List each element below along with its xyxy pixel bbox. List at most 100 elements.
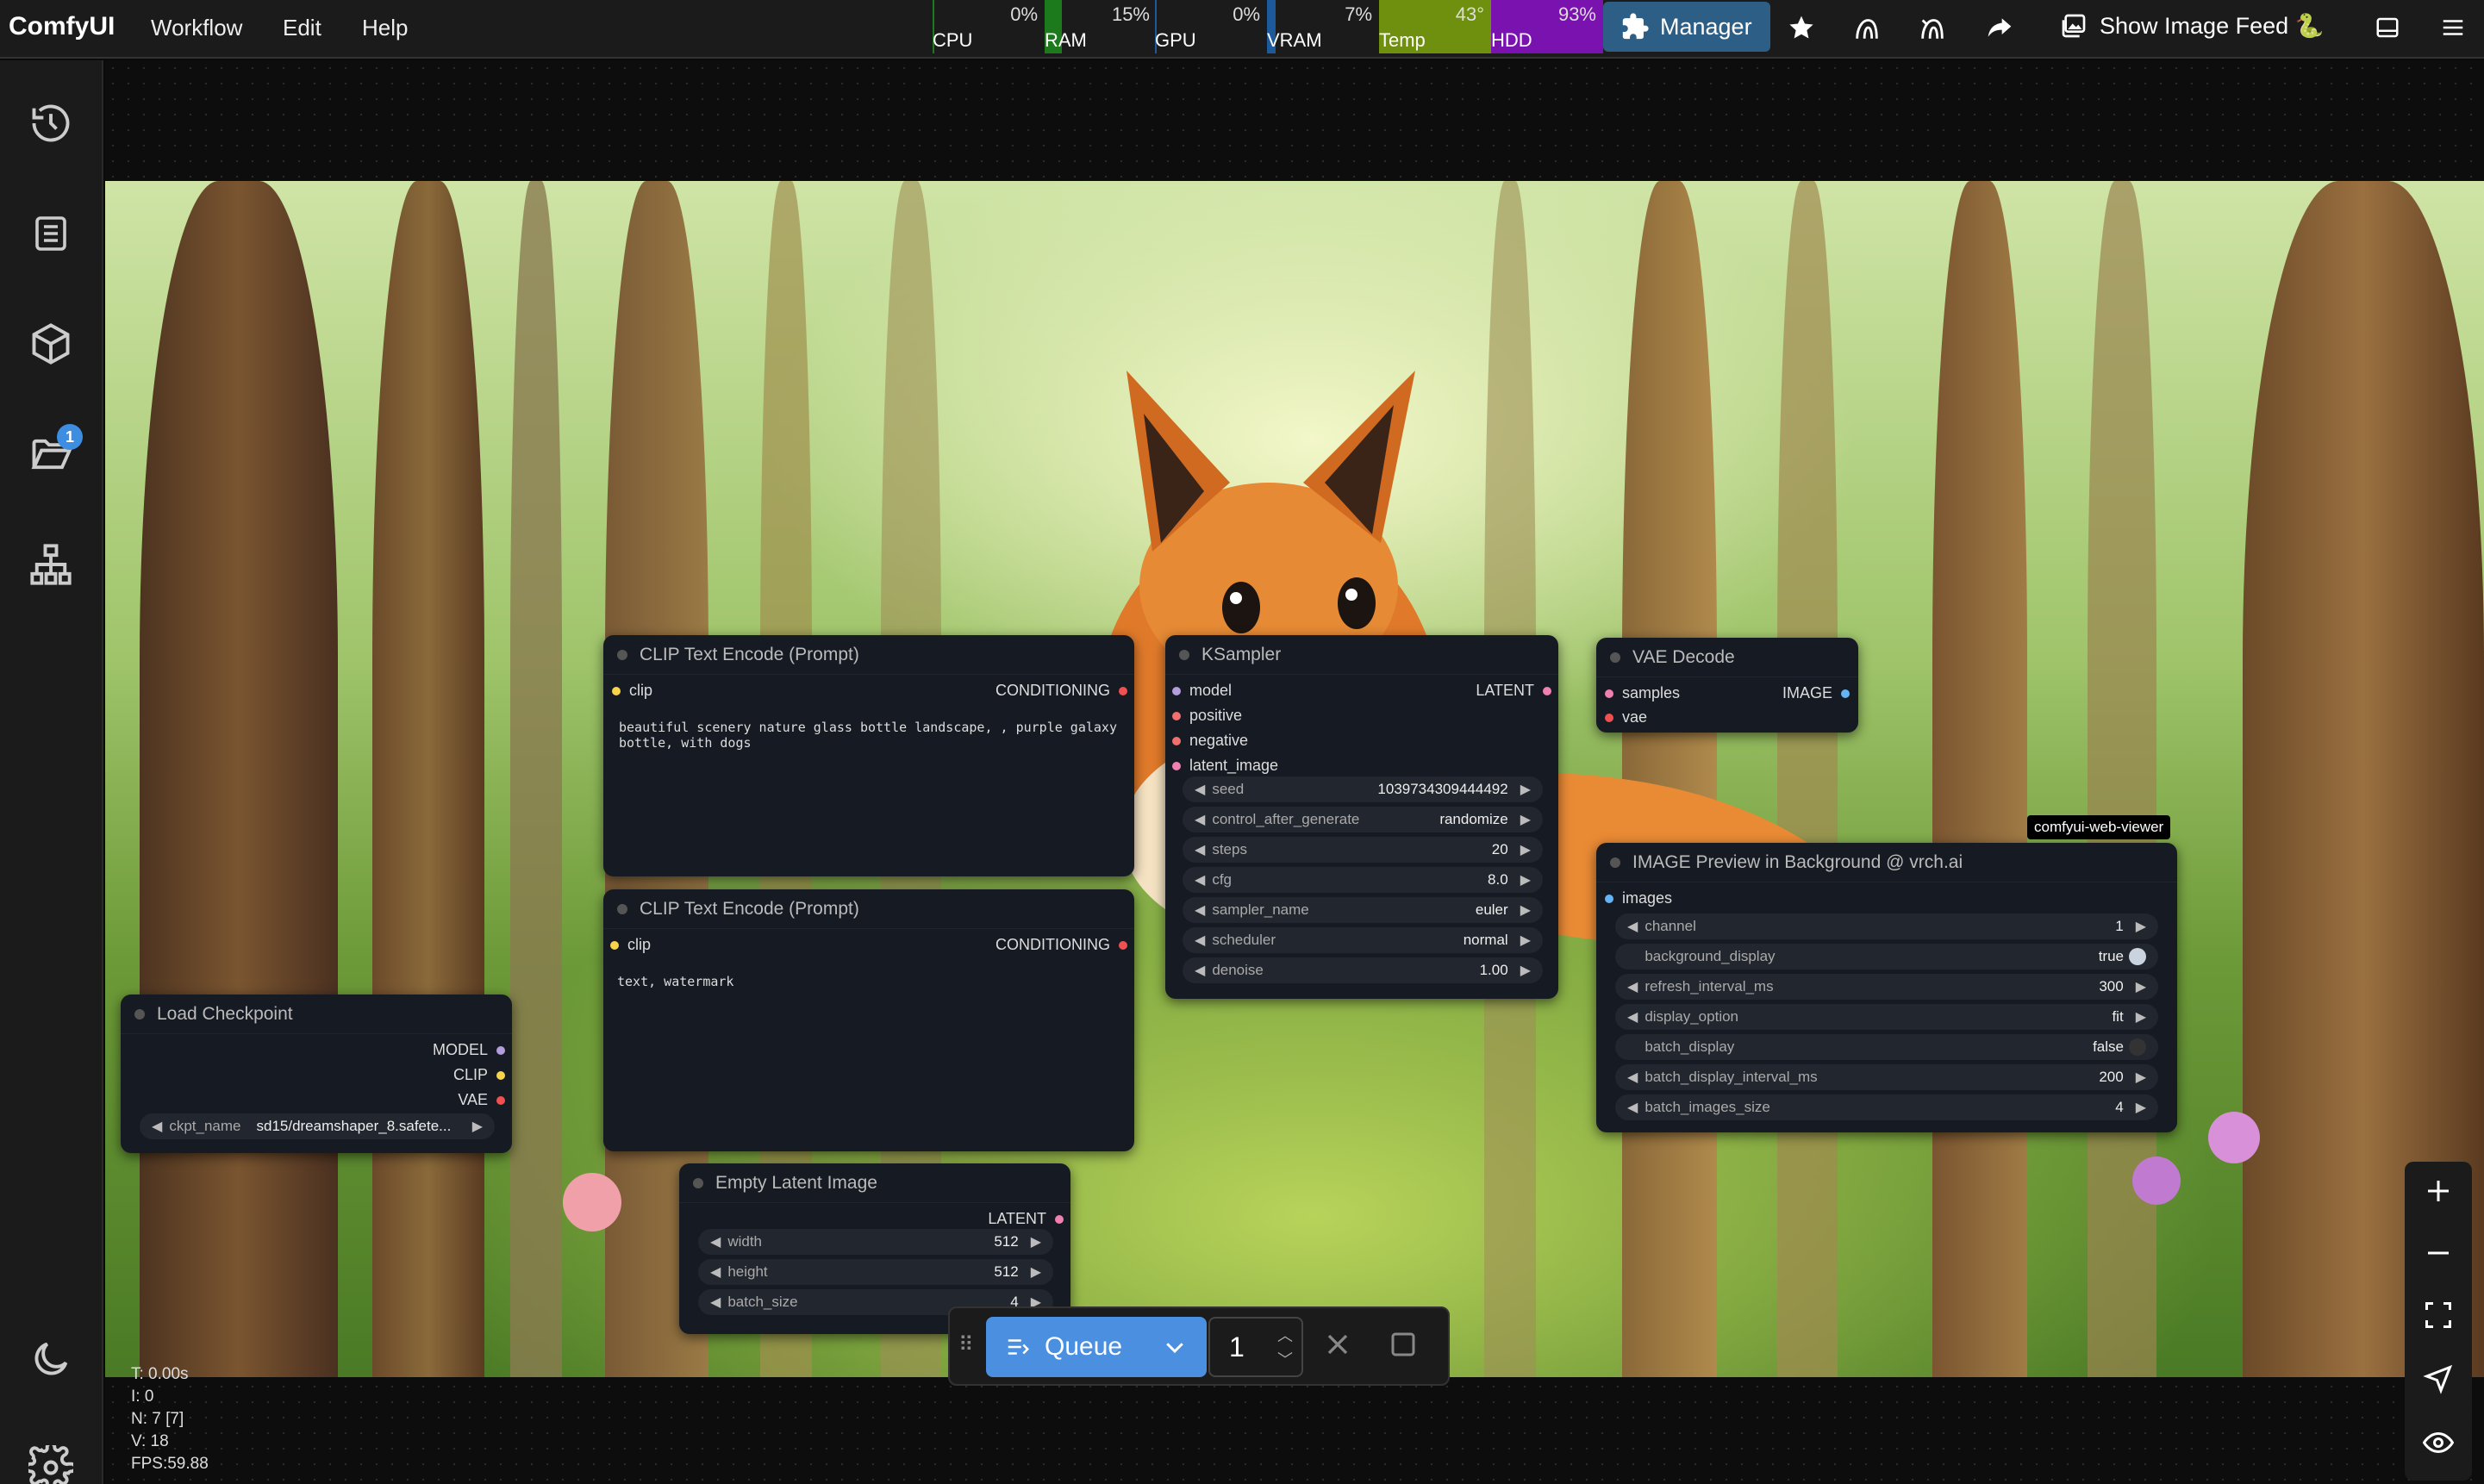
output-port-model[interactable]: MODEL [433,1041,505,1059]
share-icon[interactable] [1982,10,2017,45]
input-port-latent-image[interactable]: latent_image [1172,757,1278,775]
widget-ckpt-name[interactable]: ◀ ckpt_name sd15/dreamshaper_8.safete... … [140,1113,495,1139]
prompt-textarea[interactable]: text, watermark [617,974,1117,989]
stop-square-icon[interactable] [1388,1329,1419,1360]
widget-sampler-name[interactable]: ◀ sampler_name euler ▶ [1183,897,1543,923]
toggle-knob[interactable] [2129,1038,2146,1056]
widget-scheduler[interactable]: ◀ scheduler normal ▶ [1183,927,1543,953]
node-clip-text-encode-negative[interactable]: CLIP Text Encode (Prompt) clip CONDITION… [603,889,1134,1151]
puzzle-icon [1622,13,1649,40]
monitor-label: HDD [1491,29,1532,51]
output-port-vae[interactable]: VAE [458,1091,505,1109]
node-image-preview-background[interactable]: IMAGE Preview in Background @ vrch.ai im… [1596,843,2177,1132]
folder-icon[interactable]: 1 [22,424,83,483]
widget-channel[interactable]: ◀ channel 1 ▶ [1615,913,2158,939]
top-menu-bar: ComfyUI Workflow Edit Help CPU 0% RAM 15% GP… [0,0,2484,59]
node-title: IMAGE Preview in Background @ vrch.ai [1632,851,1963,872]
cancel-x-icon[interactable] [1320,1327,1355,1362]
fork-alt-icon[interactable] [1915,10,1950,45]
menu-workflow[interactable]: Workflow [151,15,242,41]
fork-icon[interactable] [1850,10,1884,45]
node-vae-decode[interactable]: VAE Decode samples vae IMAGE [1596,638,1858,733]
input-port-positive[interactable]: positive [1172,707,1242,725]
document-icon[interactable] [22,205,79,262]
output-port-conditioning[interactable]: CONDITIONING [995,682,1127,700]
navigate-send-icon[interactable] [2421,1362,2456,1396]
input-port-clip[interactable]: clip [610,936,651,954]
input-port-vae[interactable]: vae [1605,708,1647,726]
monitor-value: 0% [1233,3,1260,25]
manager-button[interactable]: Manager [1603,2,1770,52]
menu-help[interactable]: Help [362,15,408,41]
widget-display-option[interactable]: ◀ display_option fit ▶ [1615,1004,2158,1030]
monitor-value: 43° [1455,3,1484,25]
monitor-temp: Temp 43° [1379,0,1491,53]
input-port-model[interactable]: model [1172,682,1232,700]
node-title: VAE Decode [1632,646,1735,667]
node-clip-text-encode-positive[interactable]: CLIP Text Encode (Prompt) clip CONDITION… [603,635,1134,876]
widget-background-display[interactable]: ◀background_displaytrue [1615,944,2158,970]
widget-denoise[interactable]: ◀ denoise 1.00 ▶ [1183,957,1543,983]
widget-height[interactable]: ◀ height 512 ▶ [698,1259,1053,1285]
input-port-images[interactable]: images [1605,889,1672,907]
input-port-samples[interactable]: samples [1605,684,1680,702]
monitor-label: RAM [1045,29,1087,51]
manager-label: Manager [1660,13,1752,40]
node-tree-icon[interactable] [22,536,79,593]
input-port-negative[interactable]: negative [1172,732,1248,750]
batch-count-input[interactable]: 1 ︿ ﹀ [1208,1317,1303,1377]
prompt-textarea[interactable]: beautiful scenery nature glass bottle la… [619,720,1119,751]
zoom-in-icon[interactable] [2421,1174,2456,1208]
canvas-zoom-toolbar [2405,1162,2472,1481]
widget-control-after-generate[interactable]: ◀ control_after_generate randomize ▶ [1183,807,1543,832]
output-port-image[interactable]: IMAGE [1782,684,1850,702]
hamburger-menu-icon[interactable] [2436,10,2470,45]
queue-button[interactable]: Queue [986,1317,1207,1377]
fit-view-icon[interactable] [2421,1298,2456,1332]
widget-refresh-interval-ms[interactable]: ◀ refresh_interval_ms 300 ▶ [1615,974,2158,1000]
widget-width[interactable]: ◀ width 512 ▶ [698,1229,1053,1255]
chevron-down-icon[interactable] [1162,1334,1188,1360]
widget-batch-display[interactable]: ◀batch_displayfalse [1615,1034,2158,1060]
show-image-feed-button[interactable]: Show Image Feed 🐍 [2060,12,2324,40]
node-title: CLIP Text Encode (Prompt) [640,644,859,664]
theme-moon-icon[interactable] [22,1331,79,1387]
cube-icon[interactable] [22,315,79,372]
output-port-conditioning[interactable]: CONDITIONING [995,936,1127,954]
monitor-value: 93% [1557,3,1596,25]
output-port-latent[interactable]: LATENT [988,1210,1064,1228]
drag-handle-icon[interactable]: ⠿ [958,1332,974,1357]
toggle-knob[interactable] [2129,948,2146,965]
input-port-clip[interactable]: clip [612,682,652,700]
node-title: Empty Latent Image [715,1172,877,1193]
widget-cfg[interactable]: ◀ cfg 8.0 ▶ [1183,867,1543,893]
history-icon[interactable] [22,95,79,152]
panel-toggle-icon[interactable] [2370,10,2405,45]
settings-gear-icon[interactable] [22,1439,79,1484]
visibility-eye-icon[interactable] [2421,1425,2456,1460]
folder-badge: 1 [57,424,83,450]
app-logo[interactable]: ComfyUI [9,12,115,41]
star-icon[interactable] [1784,10,1819,45]
node-load-checkpoint[interactable]: Load Checkpoint MODEL CLIP VAE ◀ ckpt_nam… [121,995,512,1153]
monitor-vram: VRAM 7% [1267,0,1379,53]
widget-batch-display-interval-ms[interactable]: ◀ batch_display_interval_ms 200 ▶ [1615,1064,2158,1090]
widget-seed[interactable]: ◀ seed 1039734309444492 ▶ [1183,776,1543,802]
node-title: Load Checkpoint [157,1003,293,1024]
monitor-gpu: GPU 0% [1155,0,1267,53]
widget-steps[interactable]: ◀ steps 20 ▶ [1183,837,1543,863]
queue-toolbar: ⠿ Queue 1 ︿ ﹀ [948,1306,1450,1386]
count-stepper[interactable]: ︿ ﹀ [1277,1324,1293,1372]
output-port-clip[interactable]: CLIP [453,1066,505,1084]
left-sidebar: 1 [0,60,103,1484]
node-title: CLIP Text Encode (Prompt) [640,898,859,919]
node-ksampler[interactable]: KSampler model positive negative latent_… [1165,635,1558,999]
monitor-hdd: HDD 93% [1491,0,1603,53]
show-image-feed-label: Show Image Feed 🐍 [2100,13,2325,39]
monitor-value: 0% [1010,3,1038,25]
zoom-out-icon[interactable] [2421,1236,2456,1270]
monitor-cpu: CPU 0% [933,0,1045,53]
widget-batch-images-size[interactable]: ◀ batch_images_size 4 ▶ [1615,1094,2158,1120]
menu-edit[interactable]: Edit [283,15,321,41]
output-port-latent[interactable]: LATENT [1476,682,1551,700]
